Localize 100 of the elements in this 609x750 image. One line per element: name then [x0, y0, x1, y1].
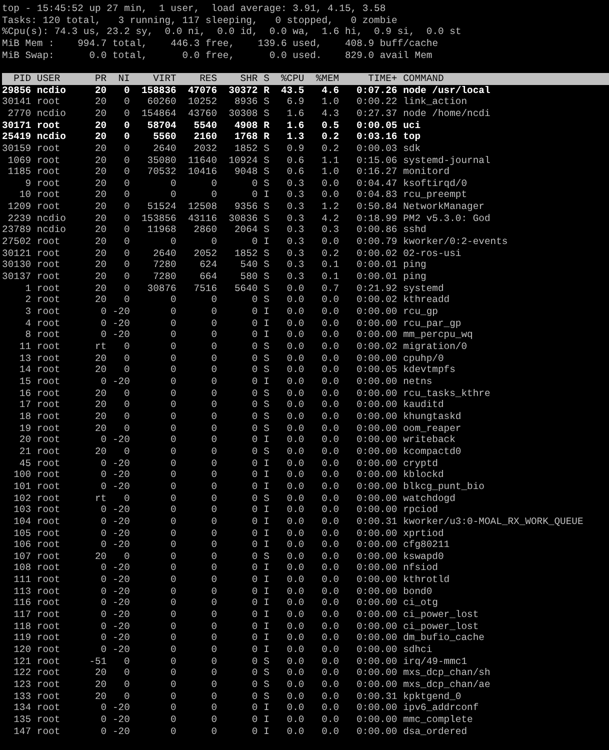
- table-cell-text: 0:00.05: [356, 364, 398, 376]
- table-cell-text: 0.0: [320, 399, 340, 411]
- table-cell: S: [264, 656, 270, 668]
- table-cell-text: 0: [250, 364, 258, 376]
- table-cell: S: [264, 271, 270, 283]
- table-cell-text: cryptd: [403, 458, 439, 470]
- table-cell-text: 8936: [233, 96, 258, 108]
- table-cell-text: 0:00.02: [356, 294, 398, 306]
- table-cell-text: 0.0: [286, 410, 304, 423]
- table-cell-text: kworker/0:2-events: [403, 236, 509, 248]
- table-cell-text: ncdio: [36, 84, 67, 96]
- table-cell-text: 0: [170, 620, 176, 632]
- table-cell-text: 0: [210, 632, 218, 644]
- table-cell-text: 0: [250, 516, 258, 528]
- table-cell-text: bond0: [403, 586, 434, 598]
- summary-line: MiB Swap: 0.0 total, 0.0 free, 0.0 used. 829.0 avail Mem: [2, 50, 434, 62]
- table-cell-text: root: [36, 352, 62, 364]
- table-cell-text: 58704: [146, 120, 176, 132]
- table-cell-text: xprtiod: [403, 528, 445, 540]
- table-cell-text: 0: [123, 492, 130, 504]
- table-cell-text: 0.2: [320, 248, 340, 260]
- table-cell-text: sdk: [403, 142, 422, 155]
- table-cell-text: 7280: [152, 271, 176, 283]
- table-cell-text: 580: [239, 271, 258, 283]
- table-cell-text: node /home/ncdi: [403, 108, 492, 120]
- table-cell-text: 4908: [233, 120, 258, 132]
- table-cell-text: 0: [100, 609, 107, 621]
- table-cell-text: 0:00.00: [356, 644, 398, 656]
- table-cell: I: [264, 632, 270, 644]
- table-cell-text: 102: [12, 492, 32, 504]
- table-cell-text: 0: [250, 620, 258, 632]
- table-cell-text: 20: [94, 120, 107, 132]
- summary-line: Tasks: 120 total, 3 running, 117 sleeping, 0 stopped, 0 zombie: [2, 14, 398, 26]
- table-cell-text: kworker/u3:0-MOAL_RX_WORK_QUEUE: [403, 516, 584, 528]
- table-cell-text: 5540: [192, 120, 218, 132]
- table-cell-text: 0: [210, 620, 218, 632]
- table-cell-text: 104: [12, 516, 32, 528]
- table-cell-text: 0.0: [320, 620, 340, 632]
- table-cell-text: 18: [18, 410, 32, 423]
- table-cell-text: 0:27.37: [356, 108, 398, 120]
- table-cell-text: 0.2: [320, 142, 340, 155]
- table-cell-text: top: [403, 131, 422, 143]
- table-cell-text: 4.3: [320, 108, 340, 120]
- table-cell-text: root: [36, 434, 62, 446]
- table-cell-text: 0: [170, 539, 176, 551]
- table-cell-text: 540: [239, 259, 258, 272]
- table-cell-text: root: [36, 364, 62, 376]
- table-cell-text: 0: [250, 410, 258, 423]
- table-cell-text: 0.0: [320, 714, 340, 726]
- table-cell-text: 60260: [146, 96, 176, 108]
- table-cell-text: 0.0: [286, 294, 304, 306]
- table-cell-text: ncdio: [36, 131, 67, 143]
- table-cell-text: 0: [170, 586, 176, 598]
- table-cell-text: 0: [170, 609, 176, 621]
- table-cell-text: 0: [250, 376, 258, 388]
- table-cell-text: 0:00.00: [356, 574, 398, 586]
- table-cell-text: 0: [100, 318, 107, 330]
- table-cell-text: 116: [12, 597, 32, 610]
- table-cell-text: 20: [94, 667, 107, 680]
- table-cell-text: 0:00.00: [356, 388, 398, 400]
- column-header: USER: [36, 72, 62, 85]
- table-cell-text: 0.0: [320, 388, 340, 400]
- table-cell-text: 0: [170, 458, 176, 470]
- table-cell-text: 30836: [228, 212, 258, 224]
- table-cell: I: [264, 329, 270, 342]
- table-cell-text: 0: [100, 539, 107, 551]
- table-cell-text: sdhci: [403, 644, 434, 656]
- table-cell-text: 0.0: [286, 702, 304, 714]
- table-cell-text: 0.0: [286, 539, 304, 551]
- table-cell-text: kblockd: [403, 469, 445, 481]
- table-cell-text: 0: [250, 726, 258, 738]
- table-cell-text: 0:00.00: [356, 667, 398, 680]
- table-cell: 29856: [2, 84, 32, 96]
- table-cell-text: mxs_dcp_chan/sh: [403, 667, 492, 680]
- table-cell-text: 0.0: [286, 446, 304, 458]
- table-cell-text: mxs_dcp_chan/ae: [403, 679, 492, 691]
- table-cell: -20: [112, 318, 130, 330]
- table-cell-text: rcu_preempt: [403, 189, 468, 202]
- table-cell-text: 0: [210, 388, 218, 400]
- table-cell-text: 0:00.00: [356, 352, 398, 364]
- table-cell-text: 0.6: [286, 166, 304, 178]
- table-cell-text: 17: [18, 399, 32, 411]
- table-cell-text: 0.0: [286, 306, 304, 318]
- table-cell-text: 0: [210, 364, 218, 376]
- table-cell-text: 0: [250, 399, 258, 411]
- table-cell-text: 0:00.02: [356, 341, 398, 353]
- table-cell-text: 0: [123, 271, 130, 283]
- table-cell-text: 0: [210, 469, 218, 481]
- table-cell-text: 0: [170, 690, 176, 702]
- table-cell-text: 0: [210, 528, 218, 540]
- table-cell-text: 120: [12, 644, 32, 656]
- table-cell-text: 0: [170, 656, 176, 668]
- table-cell-text: 0.0: [320, 318, 340, 330]
- table-cell-text: 19: [18, 422, 32, 434]
- table-cell: S: [264, 422, 270, 434]
- table-cell-text: 2640: [152, 142, 176, 155]
- table-cell: S: [264, 248, 270, 260]
- table-cell-text: 47076: [186, 84, 218, 96]
- table-cell-text: 0: [170, 422, 176, 434]
- table-cell-text: 0.1: [320, 271, 340, 283]
